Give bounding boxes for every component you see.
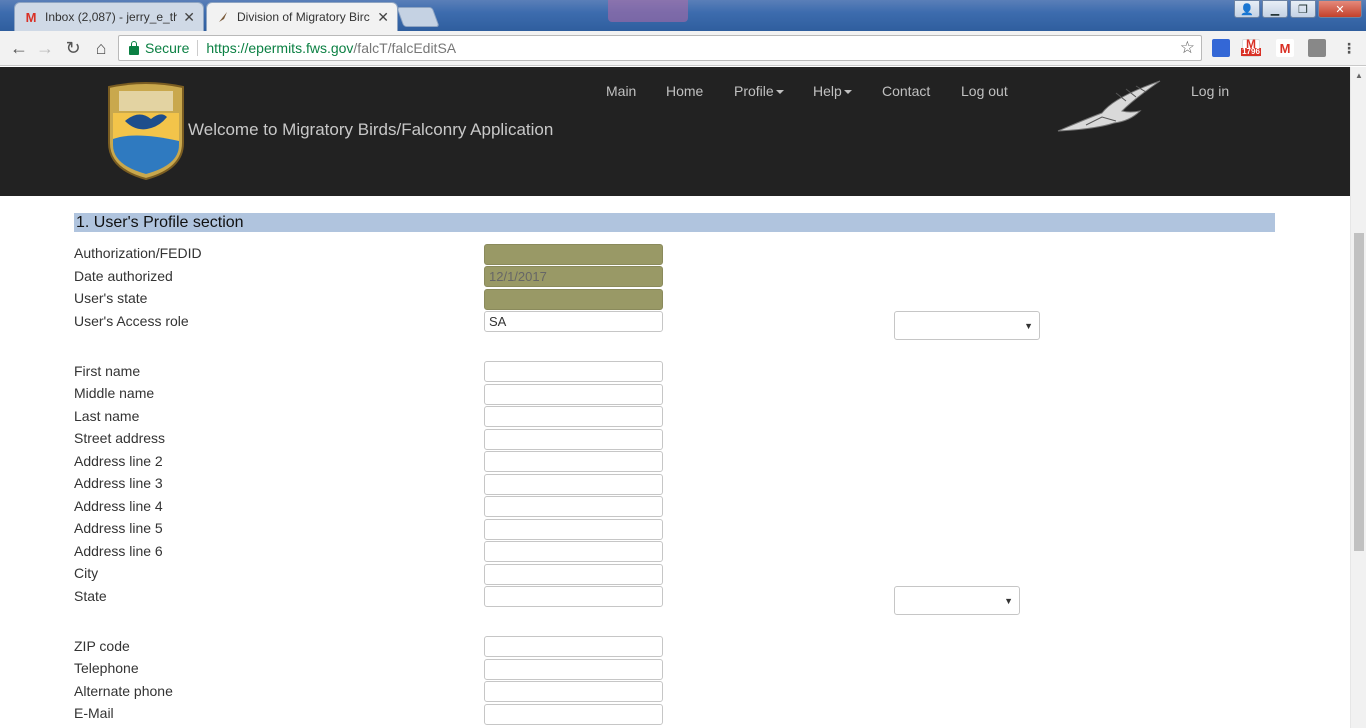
section-title: 1. User's Profile section — [74, 213, 1275, 232]
gmail-extension-icon[interactable]: M 1796 — [1241, 38, 1261, 57]
minimize-button[interactable]: ▁ — [1262, 0, 1288, 18]
tab-inbox[interactable]: M Inbox (2,087) - jerry_e_th ✕ — [14, 2, 204, 31]
extension-icon-1[interactable] — [1212, 39, 1230, 57]
url-path: /falcT/falcEditSA — [353, 40, 457, 56]
label-address-line-2: Address line 2 — [74, 453, 163, 469]
first-name-field[interactable] — [484, 361, 663, 382]
email-field[interactable] — [484, 704, 663, 725]
lock-icon — [129, 40, 139, 55]
address-line-3-field[interactable] — [484, 474, 663, 495]
site-header: Welcome to Migratory Birds/Falconry Appl… — [0, 67, 1350, 196]
label-address-line-5: Address line 5 — [74, 520, 163, 536]
maximize-button[interactable]: ❐ — [1290, 0, 1316, 18]
scrollbar-thumb[interactable] — [1354, 233, 1364, 551]
label-telephone: Telephone — [74, 660, 139, 676]
chevron-down-icon: ▼ — [1004, 596, 1013, 606]
nav-help-label: Help — [813, 83, 842, 99]
gmail-icon: M — [25, 9, 37, 25]
user-icon[interactable]: 👤 — [1234, 0, 1260, 18]
label-street-address: Street address — [74, 430, 166, 446]
page: Welcome to Migratory Birds/Falconry Appl… — [0, 67, 1350, 728]
chevron-down-icon — [775, 90, 784, 94]
site-title: Welcome to Migratory Birds/Falconry Appl… — [188, 120, 554, 139]
label-alternate-phone: Alternate phone — [74, 683, 173, 699]
label-address-line-4: Address line 4 — [74, 498, 163, 514]
nav-profile[interactable]: Profile — [734, 83, 784, 99]
bookmark-star-icon[interactable]: ☆ — [1180, 38, 1195, 58]
profile-chip — [608, 0, 688, 22]
telephone-field[interactable] — [484, 659, 663, 680]
nav-main[interactable]: Main — [606, 83, 636, 99]
divider — [197, 40, 199, 56]
new-tab-button[interactable] — [396, 7, 440, 27]
close-icon[interactable]: ✕ — [377, 9, 389, 26]
alternate-phone-field[interactable] — [484, 681, 663, 702]
tab-title: Division of Migratory Birc — [237, 10, 370, 24]
usfws-shield-logo — [108, 82, 184, 181]
scroll-up-icon[interactable]: ▲ — [1355, 71, 1363, 80]
nav-profile-label: Profile — [734, 83, 774, 99]
label-users-state: User's state — [74, 290, 148, 306]
reload-icon[interactable]: ↻ — [62, 37, 84, 59]
label-first-name: First name — [74, 363, 141, 379]
url-host: https://epermits.fws.gov — [206, 40, 354, 56]
bird-favicon — [215, 10, 231, 24]
zip-code-field[interactable] — [484, 636, 663, 657]
label-zip-code: ZIP code — [74, 638, 130, 654]
label-state: State — [74, 588, 107, 604]
forward-icon[interactable]: → — [34, 37, 56, 59]
back-icon[interactable]: ← — [8, 37, 30, 59]
date-authorized-field[interactable] — [484, 266, 663, 287]
middle-name-field[interactable] — [484, 384, 663, 405]
label-middle-name: Middle name — [74, 385, 155, 401]
home-icon[interactable]: ⌂ — [90, 37, 112, 59]
tab-title: Inbox (2,087) - jerry_e_th — [45, 10, 178, 24]
gmail-badge: 1796 — [1241, 47, 1261, 56]
browser-tab-strip: M Inbox (2,087) - jerry_e_th ✕ Division … — [0, 0, 1366, 31]
window-controls: 👤 ▁ ❐ ✕ — [1234, 0, 1362, 18]
label-email: E-Mail — [74, 705, 114, 721]
last-name-field[interactable] — [484, 406, 663, 427]
label-last-name: Last name — [74, 408, 140, 424]
browser-toolbar: ← → ↻ ⌂ Secure https://epermits.fws.gov /… — [0, 31, 1366, 66]
label-access-role: User's Access role — [74, 313, 189, 329]
address-line-2-field[interactable] — [484, 451, 663, 472]
nav-login[interactable]: Log in — [1191, 83, 1229, 99]
nav-home[interactable]: Home — [666, 83, 703, 99]
gmail-checker-icon[interactable]: M — [1276, 39, 1294, 57]
label-city: City — [74, 565, 99, 581]
street-address-field[interactable] — [484, 429, 663, 450]
label-address-line-6: Address line 6 — [74, 543, 163, 559]
nav-contact[interactable]: Contact — [882, 83, 930, 99]
close-window-button[interactable]: ✕ — [1318, 0, 1362, 18]
nav-logout[interactable]: Log out — [961, 83, 1008, 99]
tab-migratory-birds[interactable]: Division of Migratory Birc ✕ — [206, 2, 398, 31]
hawk-image — [1057, 80, 1161, 132]
label-address-line-3: Address line 3 — [74, 475, 163, 491]
address-line-5-field[interactable] — [484, 519, 663, 540]
menu-icon[interactable]: ⋮ — [1340, 39, 1358, 57]
state-select[interactable]: ▼ — [894, 586, 1020, 615]
nav-help[interactable]: Help — [813, 83, 852, 99]
chevron-down-icon — [843, 90, 852, 94]
label-date-authorized: Date authorized — [74, 268, 173, 284]
close-icon[interactable]: ✕ — [183, 9, 195, 26]
label-fedid: Authorization/FEDID — [74, 245, 202, 261]
secure-label: Secure — [145, 40, 190, 56]
extension-icon-2[interactable] — [1308, 39, 1326, 57]
address-line-4-field[interactable] — [484, 496, 663, 517]
chevron-down-icon: ▼ — [1024, 321, 1033, 331]
address-line-6-field[interactable] — [484, 541, 663, 562]
access-role-select[interactable]: ▼ — [894, 311, 1040, 340]
users-state-field[interactable] — [484, 289, 663, 310]
fedid-field[interactable] — [484, 244, 663, 265]
scrollbar[interactable]: ▲ — [1350, 67, 1366, 728]
address-bar[interactable]: Secure https://epermits.fws.gov/falcT/fa… — [118, 35, 1202, 61]
access-role-field[interactable] — [484, 311, 663, 332]
state-field[interactable] — [484, 586, 663, 607]
city-field[interactable] — [484, 564, 663, 585]
